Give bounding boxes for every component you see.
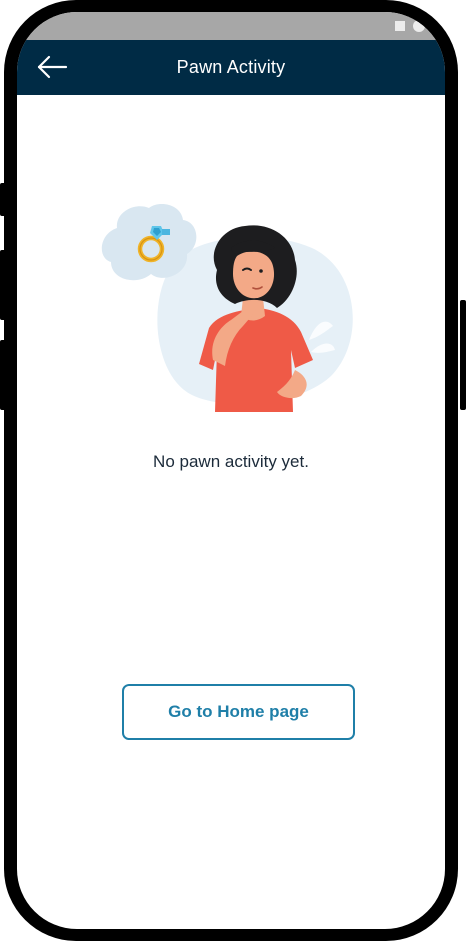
phone-frame: Pawn Activity No pawn activity yet. Go t… <box>4 0 458 941</box>
go-to-home-button[interactable]: Go to Home page <box>122 684 355 740</box>
status-bar <box>17 12 445 40</box>
circle-icon <box>413 20 425 32</box>
thinking-woman-ring-illustration <box>97 200 369 420</box>
page-title: Pawn Activity <box>176 57 286 77</box>
square-icon <box>395 21 405 31</box>
empty-state-message: No pawn activity yet. <box>153 452 309 471</box>
device-page: Pawn Activity No pawn activity yet. Go t… <box>0 0 466 945</box>
app-header: Pawn Activity <box>17 40 445 95</box>
phone-screen: Pawn Activity No pawn activity yet. Go t… <box>17 12 445 929</box>
phone-side-button-right <box>460 300 466 410</box>
